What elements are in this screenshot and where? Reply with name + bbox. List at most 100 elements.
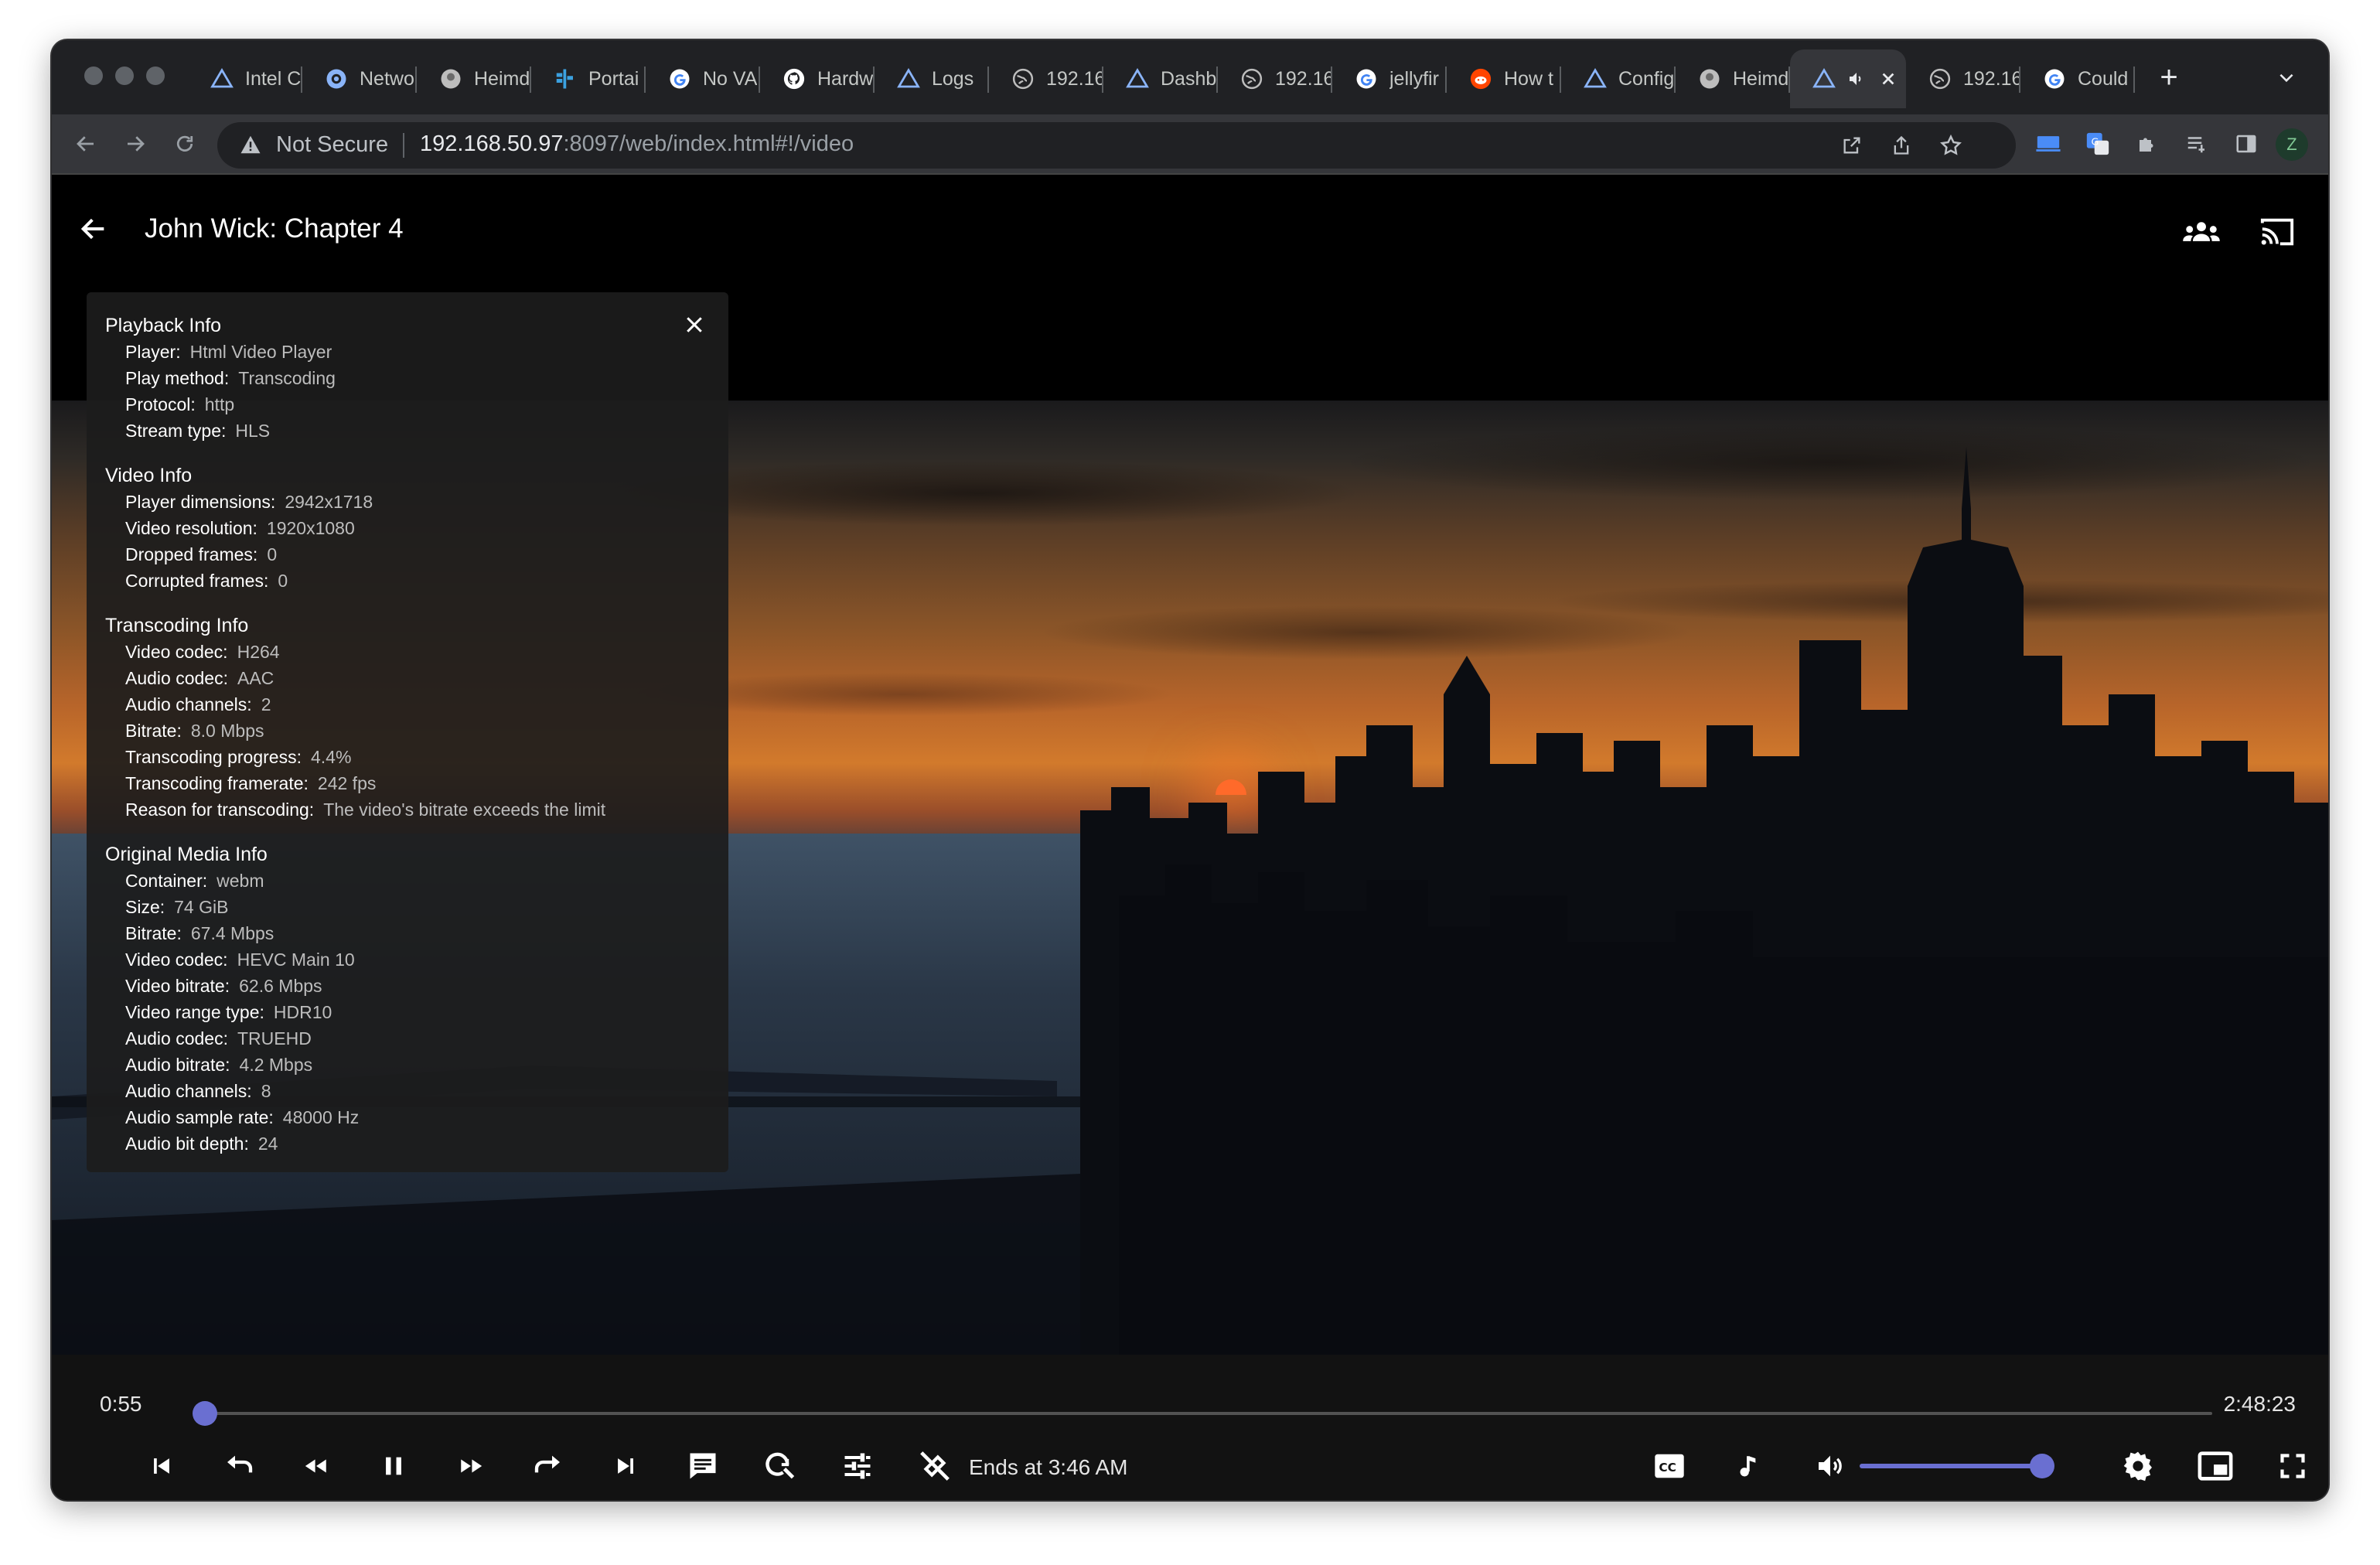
- speaker-icon[interactable]: [1847, 70, 1866, 88]
- info-row: Transcoding progress: 4.4%: [105, 744, 710, 770]
- window-controls: [84, 66, 165, 85]
- fullscreen-button[interactable]: [2271, 1444, 2314, 1488]
- tab[interactable]: How t: [1447, 49, 1561, 108]
- close-info-button[interactable]: [679, 309, 710, 340]
- volume-slider[interactable]: [1860, 1454, 2054, 1478]
- google-icon: [1354, 66, 1379, 91]
- rewind-button[interactable]: [295, 1444, 338, 1488]
- current-time: 0:55: [100, 1392, 142, 1416]
- tab[interactable]: Netwo: [302, 49, 417, 108]
- info-label: Stream type:: [125, 421, 227, 441]
- open-in-app-icon[interactable]: [1840, 133, 1864, 158]
- picture-in-picture-button[interactable]: [2194, 1444, 2237, 1488]
- network-icon: [324, 66, 349, 91]
- info-value: 74 GiB: [174, 897, 229, 917]
- tab[interactable]: Hardw: [760, 49, 875, 108]
- fast-forward-button[interactable]: [449, 1444, 493, 1488]
- syncplay-button[interactable]: [2180, 210, 2223, 254]
- heimdall-icon: [1697, 66, 1722, 91]
- audio-track-button[interactable]: [1725, 1444, 1768, 1488]
- reload-button[interactable]: [169, 128, 200, 159]
- tab[interactable]: Heimd: [417, 49, 531, 108]
- extensions-puzzle-icon[interactable]: [2132, 128, 2163, 159]
- tab-search-button[interactable]: [2271, 62, 2302, 93]
- tab[interactable]: Heimd: [1676, 49, 1790, 108]
- new-tab-button[interactable]: +: [2146, 54, 2192, 101]
- tab-active[interactable]: [1790, 49, 1906, 108]
- settings-button[interactable]: [2116, 1444, 2160, 1488]
- seek-slider[interactable]: [193, 1401, 2212, 1426]
- ends-at-label: Ends at 3:46 AM: [969, 1455, 1128, 1479]
- translate-extension-icon[interactable]: G: [2082, 128, 2113, 159]
- security-label[interactable]: Not Secure: [276, 132, 388, 158]
- cast-button[interactable]: [2256, 210, 2299, 254]
- close-tab-icon[interactable]: [1880, 70, 1897, 87]
- minimize-window-button[interactable]: [115, 66, 134, 85]
- reload-icon: [176, 135, 193, 152]
- volume-handle[interactable]: [2030, 1454, 2054, 1478]
- subtitles-button[interactable]: CC: [1648, 1444, 1691, 1488]
- warning-icon[interactable]: [239, 133, 262, 156]
- tab[interactable]: Could: [2020, 49, 2135, 108]
- bookmark-star-icon[interactable]: [1938, 133, 1963, 158]
- tab[interactable]: No VA: [646, 49, 760, 108]
- tab-list: Intel C Netwo Heimd Portai No VA Hardw Logs 192…: [188, 49, 2135, 114]
- info-row: Bitrate: 67.4 Mbps: [105, 920, 710, 946]
- tab[interactable]: 192.16: [989, 49, 1103, 108]
- tab[interactable]: Dashb: [1103, 49, 1218, 108]
- info-row: Audio bit depth: 24: [105, 1130, 710, 1157]
- tab[interactable]: Intel C: [188, 49, 302, 108]
- share-icon[interactable]: [1889, 133, 1914, 158]
- info-row: Protocol: http: [105, 391, 710, 418]
- info-label: Audio codec:: [125, 1028, 228, 1048]
- info-value: 242 fps: [317, 773, 377, 793]
- screen-extension-icon[interactable]: [2033, 128, 2064, 159]
- tab[interactable]: Portai: [531, 49, 646, 108]
- playback-rate-button[interactable]: [759, 1444, 802, 1488]
- undo-icon: [227, 1455, 253, 1473]
- info-value: 48000 Hz: [282, 1107, 360, 1127]
- forward-button[interactable]: [120, 128, 151, 159]
- tab[interactable]: Logs: [875, 49, 989, 108]
- arc-triangle-icon: [1583, 66, 1608, 91]
- address-bar[interactable]: Not Secure 192.168.50.97:8097/web/index.…: [217, 122, 2016, 169]
- seek-handle[interactable]: [193, 1401, 218, 1426]
- total-duration: 2:48:23: [2223, 1392, 2296, 1416]
- info-section: Transcoding Info Video codec: H264 Audio co…: [105, 612, 710, 823]
- pause-button[interactable]: [372, 1444, 415, 1488]
- url-host: 192.168.50.97: [420, 131, 564, 156]
- next-track-button[interactable]: [604, 1444, 647, 1488]
- info-label: Video bitrate:: [125, 976, 230, 996]
- url-text[interactable]: 192.168.50.97:8097/web/index.html#!/vide…: [420, 131, 854, 157]
- info-value: 4.4%: [310, 747, 352, 767]
- info-label: Bitrate:: [125, 923, 182, 943]
- side-panel-icon[interactable]: [2231, 128, 2262, 159]
- tab[interactable]: jellyfir: [1332, 49, 1447, 108]
- tab[interactable]: Config: [1561, 49, 1676, 108]
- zoom-window-button[interactable]: [146, 66, 165, 85]
- close-icon: [687, 317, 702, 332]
- video-adjust-button[interactable]: [836, 1444, 879, 1488]
- tab[interactable]: 192.16: [1906, 49, 2020, 108]
- replay-button[interactable]: [217, 1444, 261, 1488]
- info-sections: Playback Info Player: Html Video Player Pla…: [105, 312, 710, 1157]
- info-value: HDR10: [273, 1002, 332, 1022]
- info-section: Video Info Player dimensions: 2942x1718 Vid…: [105, 462, 710, 594]
- back-button[interactable]: [72, 207, 115, 251]
- tune-icon: [844, 1453, 871, 1479]
- info-value: webm: [217, 871, 264, 891]
- back-button[interactable]: [70, 128, 101, 159]
- chapters-button[interactable]: [681, 1444, 725, 1488]
- arrow-right-icon: [128, 136, 145, 152]
- info-row: Audio bitrate: 4.2 Mbps: [105, 1052, 710, 1078]
- info-label: Video range type:: [125, 1002, 264, 1022]
- tab[interactable]: 192.16: [1218, 49, 1332, 108]
- profile-avatar[interactable]: Z: [2276, 128, 2308, 161]
- mute-button[interactable]: [1809, 1444, 1852, 1488]
- previous-track-button[interactable]: [140, 1444, 183, 1488]
- reading-list-icon[interactable]: [2181, 128, 2212, 159]
- rewind-icon: [305, 1459, 326, 1473]
- close-window-button[interactable]: [84, 66, 103, 85]
- remote-off-button[interactable]: [913, 1444, 956, 1488]
- redo-button[interactable]: [527, 1444, 570, 1488]
